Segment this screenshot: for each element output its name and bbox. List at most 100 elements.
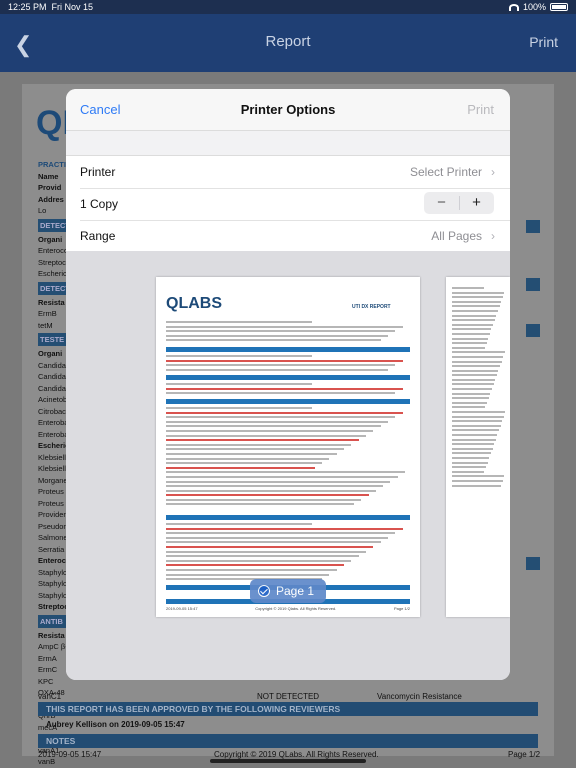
preview-text-block xyxy=(452,287,506,489)
preview-text-line xyxy=(452,388,492,391)
preview-text-line xyxy=(452,365,501,368)
notes-bar: NOTES xyxy=(38,734,538,748)
preview-text-line xyxy=(166,498,362,501)
increment-button[interactable]: + xyxy=(459,192,494,214)
preview-text-line xyxy=(452,424,501,427)
status-bar: 12:25 PM Fri Nov 15 100% xyxy=(0,0,576,14)
preview-text-line xyxy=(452,415,504,418)
page-badge[interactable]: Page 1 xyxy=(250,579,326,603)
preview-text-line xyxy=(452,369,499,372)
preview-text-line xyxy=(166,523,313,525)
page-badge-label: Page 1 xyxy=(276,584,315,598)
preview-text-line xyxy=(166,485,384,488)
preview-text-line xyxy=(166,443,352,446)
preview-text-line xyxy=(166,564,345,567)
nav-print-button[interactable]: Print xyxy=(529,34,558,50)
chevron-right-icon: › xyxy=(491,165,495,179)
preview-text-line xyxy=(166,573,330,576)
preview-text-line xyxy=(166,527,403,530)
preview-text-line xyxy=(166,457,330,460)
report-section-strip xyxy=(526,220,540,233)
copies-label: 1 Copy xyxy=(80,197,119,211)
modal-header: Cancel Printer Options Print xyxy=(66,89,510,131)
preview-text-line xyxy=(166,325,403,328)
print-button[interactable]: Print xyxy=(467,102,494,117)
preview-text-line xyxy=(166,559,352,562)
preview-text-line xyxy=(166,411,403,414)
preview-text-line xyxy=(452,300,502,303)
preview-text-line xyxy=(452,314,497,317)
home-indicator[interactable] xyxy=(210,759,366,763)
preview-text-line xyxy=(452,397,489,400)
preview-text-line xyxy=(166,387,403,390)
preview-text-line xyxy=(166,555,359,558)
preview-text-line xyxy=(166,425,381,428)
preview-text-block xyxy=(166,383,410,397)
preview-text-block xyxy=(166,321,410,344)
preview-text-line xyxy=(166,466,315,469)
preview-text-line xyxy=(452,392,491,395)
preview-text-line xyxy=(452,406,486,409)
preview-footer-date: 2019-09-05 15:47 xyxy=(166,606,198,611)
decrement-button[interactable]: − xyxy=(424,192,459,214)
range-row[interactable]: Range All Pages › xyxy=(66,220,510,252)
preview-text-line xyxy=(452,296,503,299)
preview-text-line xyxy=(452,323,494,326)
preview-text-line xyxy=(452,466,487,469)
preview-text-line xyxy=(166,330,396,333)
preview-text-line xyxy=(452,378,496,381)
preview-text-line xyxy=(166,321,313,323)
modal-title: Printer Options xyxy=(240,102,336,117)
preview-text-line xyxy=(452,305,500,308)
nav-bar: ❮ Report Print xyxy=(0,14,576,72)
preview-text-line xyxy=(452,342,487,345)
preview-text-line xyxy=(452,337,489,340)
report-section-strip xyxy=(526,557,540,570)
preview-text-line xyxy=(452,360,502,363)
preview-text-line xyxy=(166,392,396,395)
chevron-right-icon: › xyxy=(491,229,495,243)
preview-section-bar xyxy=(166,399,410,404)
preview-text-line xyxy=(166,541,381,544)
preview-text-line xyxy=(166,339,381,342)
print-options-list: Printer Select Printer › 1 Copy − + Rang… xyxy=(66,155,510,253)
preview-text-line xyxy=(452,429,499,432)
preview-text-line xyxy=(452,291,505,294)
preview-footer: 2019-09-05 15:47 Copyright © 2019 Qlabs.… xyxy=(166,606,410,611)
preview-text-line xyxy=(166,359,403,362)
preview-text-line xyxy=(452,420,503,423)
preview-footer-page: Page 1/2 xyxy=(393,606,410,611)
printer-row[interactable]: Printer Select Printer › xyxy=(66,156,510,188)
nav-title: Report xyxy=(265,33,311,50)
preview-text-line xyxy=(452,452,491,455)
preview-text-line xyxy=(166,383,313,385)
preview-text-line xyxy=(452,351,505,354)
battery-percent: 100% xyxy=(522,2,546,12)
preview-section-bar xyxy=(166,347,410,352)
preview-text-line xyxy=(166,471,406,474)
preview-text-line xyxy=(166,503,354,506)
report-section-strip xyxy=(526,324,540,337)
preview-text-line xyxy=(166,368,389,371)
preview-text-line xyxy=(166,439,359,442)
range-label: Range xyxy=(80,229,116,243)
preview-text-line xyxy=(166,429,374,432)
battery-icon xyxy=(550,3,568,11)
copies-row: 1 Copy − + xyxy=(66,188,510,220)
preview-text-line xyxy=(452,456,490,459)
preview-text-line xyxy=(452,447,493,450)
preview-text-line xyxy=(166,448,345,451)
preview-text-line xyxy=(166,545,374,548)
page-preview-1[interactable]: QLABS UTI DX REPORT 2019-09-05 15:47 Cop… xyxy=(156,277,420,617)
preview-text-line xyxy=(452,475,505,478)
checkmark-icon xyxy=(258,585,270,597)
preview-footer-copyright: Copyright © 2019 Qlabs. All Rights Reser… xyxy=(255,606,337,611)
preview-text-line xyxy=(166,532,396,535)
preview-text-line xyxy=(166,334,389,337)
page-preview-2[interactable] xyxy=(446,277,510,617)
approved-bar: THIS REPORT HAS BEEN APPROVED BY THE FOL… xyxy=(38,702,538,716)
print-preview-area[interactable]: QLABS UTI DX REPORT 2019-09-05 15:47 Cop… xyxy=(66,251,510,680)
copies-stepper: − + xyxy=(424,192,494,214)
preview-text-line xyxy=(166,452,337,455)
preview-text-line xyxy=(166,364,396,367)
